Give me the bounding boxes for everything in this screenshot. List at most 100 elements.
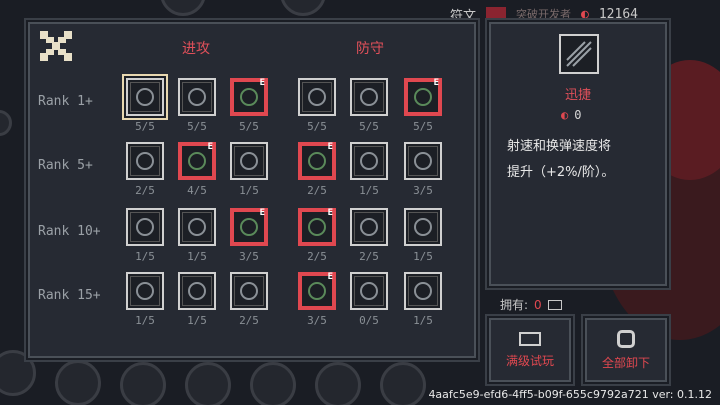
rune-level-count: 5/5 bbox=[135, 120, 155, 133]
rune-level-count: 0/5 bbox=[359, 314, 379, 327]
unequip-all-button[interactable]: 全部卸下 bbox=[585, 318, 667, 382]
rune-slot-holy-heart[interactable]: E bbox=[298, 272, 336, 310]
rune-slot-comet[interactable] bbox=[126, 272, 164, 310]
arrows-icon bbox=[234, 276, 264, 306]
rune-level-count: 1/5 bbox=[239, 184, 259, 197]
fireball-icon bbox=[130, 212, 160, 242]
rank-label: Rank 1+ bbox=[38, 94, 93, 109]
rune-slot-swift[interactable] bbox=[126, 78, 164, 116]
rune-slot-shield-ward[interactable] bbox=[298, 78, 336, 116]
description-line: 射速和换弹速度将 bbox=[507, 139, 612, 154]
equipped-badge: E bbox=[433, 78, 439, 88]
rune-description: 射速和换弹速度将 提升（+2%/阶）。 bbox=[507, 134, 657, 186]
owned-value: 0 bbox=[534, 297, 542, 312]
beast-icon bbox=[182, 276, 212, 306]
trial-label: 满级试玩 bbox=[505, 353, 554, 368]
rune-slot-sigil[interactable] bbox=[178, 208, 216, 246]
leaf-icon bbox=[408, 146, 438, 176]
rune-level-count: 3/5 bbox=[239, 250, 259, 263]
shield-ward-icon bbox=[302, 82, 332, 112]
rune-level-count: 3/5 bbox=[307, 314, 327, 327]
currency-icon: ◐ bbox=[581, 6, 589, 22]
rune-level-count: 1/5 bbox=[135, 250, 155, 263]
rune-name: 迅捷 bbox=[564, 88, 591, 103]
rune-slot-boot[interactable] bbox=[350, 142, 388, 180]
defense-header: 防守 bbox=[356, 41, 384, 57]
equipped-badge: E bbox=[327, 272, 333, 282]
rune-level-count: 1/5 bbox=[187, 250, 207, 263]
owned-label: 拥有: bbox=[500, 298, 529, 312]
rune-level-count: 5/5 bbox=[239, 120, 259, 133]
rune-slot-eye-shield[interactable]: E bbox=[404, 78, 442, 116]
rank-label: Rank 5+ bbox=[38, 158, 93, 173]
grave-icon bbox=[408, 212, 438, 242]
rune-slot-arrows[interactable] bbox=[230, 272, 268, 310]
rune-level-count: 3/5 bbox=[413, 184, 433, 197]
rune-level-count: 1/5 bbox=[413, 314, 433, 327]
equipped-badge: E bbox=[207, 142, 213, 152]
waves-icon bbox=[234, 146, 264, 176]
currency-icon: ◐ bbox=[561, 108, 569, 122]
tab-divider bbox=[486, 7, 507, 21]
boot-icon bbox=[354, 146, 384, 176]
rune-slot-figure[interactable] bbox=[350, 78, 388, 116]
rune-slot-ring[interactable]: E bbox=[298, 142, 336, 180]
comet-icon bbox=[130, 276, 160, 306]
rune-grid-panel: 进攻 防守 Rank 1+ 5/5 5/5 E 5/5 5/5 5/5 E 5/5 Rank 5+… bbox=[28, 22, 476, 358]
max-level-trial-button[interactable]: 满级试玩 bbox=[489, 318, 571, 382]
equipped-badge: E bbox=[327, 142, 333, 152]
rune-level-count: 1/5 bbox=[135, 314, 155, 327]
rune-level-count: 5/5 bbox=[413, 120, 433, 133]
rune-level-count: 1/5 bbox=[413, 250, 433, 263]
rune-level-count: 2/5 bbox=[239, 314, 259, 327]
rank-label: Rank 15+ bbox=[38, 288, 101, 303]
rune-level-count: 2/5 bbox=[135, 184, 155, 197]
rune-level-count: 5/5 bbox=[359, 120, 379, 133]
description-line: 提升（+2%/阶）。 bbox=[507, 165, 615, 180]
rune-level-count: 5/5 bbox=[187, 120, 207, 133]
swift-icon bbox=[130, 82, 160, 112]
rune-level-count: 2/5 bbox=[307, 250, 327, 263]
rune-slot-spread[interactable] bbox=[126, 142, 164, 180]
equipped-badge: E bbox=[259, 208, 265, 218]
rune-slot-burst[interactable]: E bbox=[230, 208, 268, 246]
rune-slot-fireball[interactable] bbox=[126, 208, 164, 246]
rune-level-count: 5/5 bbox=[307, 120, 327, 133]
close-icon bbox=[40, 31, 72, 61]
rune-slot-grave[interactable] bbox=[404, 208, 442, 246]
rank-label: Rank 10+ bbox=[38, 224, 101, 239]
angel-icon bbox=[354, 276, 384, 306]
attack-header: 进攻 bbox=[182, 41, 210, 57]
rune-tab[interactable]: 符文 bbox=[450, 5, 476, 24]
ticket-icon bbox=[519, 331, 541, 346]
demon-icon bbox=[408, 276, 438, 306]
rune-level-count: 4/5 bbox=[187, 184, 207, 197]
owned-count: 拥有: 0 bbox=[500, 296, 562, 313]
swift-rune-icon bbox=[559, 34, 599, 74]
rune-slot-fist[interactable]: E bbox=[230, 78, 268, 116]
rune-slot-waves[interactable] bbox=[230, 142, 268, 180]
rune-slot-hearts[interactable] bbox=[350, 208, 388, 246]
currency-value: 12164 bbox=[598, 6, 638, 22]
rune-slot-orb[interactable]: E bbox=[298, 208, 336, 246]
vortex-icon bbox=[182, 82, 212, 112]
rune-detail-panel: 迅捷 ◐ 0 射速和换弹速度将 提升（+2%/阶）。 bbox=[489, 22, 667, 286]
ticket-icon bbox=[547, 299, 562, 310]
sigil-icon bbox=[182, 212, 212, 242]
build-version: 4aafc5e9-efd6-4ff5-b09f-655c9792a721 ver… bbox=[428, 388, 712, 401]
hearts-icon bbox=[354, 212, 384, 242]
rune-level-count: 1/5 bbox=[187, 314, 207, 327]
equipped-badge: E bbox=[327, 208, 333, 218]
close-button[interactable] bbox=[36, 28, 76, 64]
rune-slot-claw[interactable]: E bbox=[178, 142, 216, 180]
spread-icon bbox=[130, 146, 160, 176]
rune-level-count: 2/5 bbox=[307, 184, 327, 197]
rune-slot-vortex[interactable] bbox=[178, 78, 216, 116]
muted-label: 突破开发者 bbox=[516, 8, 572, 21]
rune-slot-angel[interactable] bbox=[350, 272, 388, 310]
rune-slot-demon[interactable] bbox=[404, 272, 442, 310]
rune-level-count: 2/5 bbox=[359, 250, 379, 263]
rune-slot-beast[interactable] bbox=[178, 272, 216, 310]
equipped-badge: E bbox=[259, 78, 265, 88]
rune-slot-leaf[interactable] bbox=[404, 142, 442, 180]
